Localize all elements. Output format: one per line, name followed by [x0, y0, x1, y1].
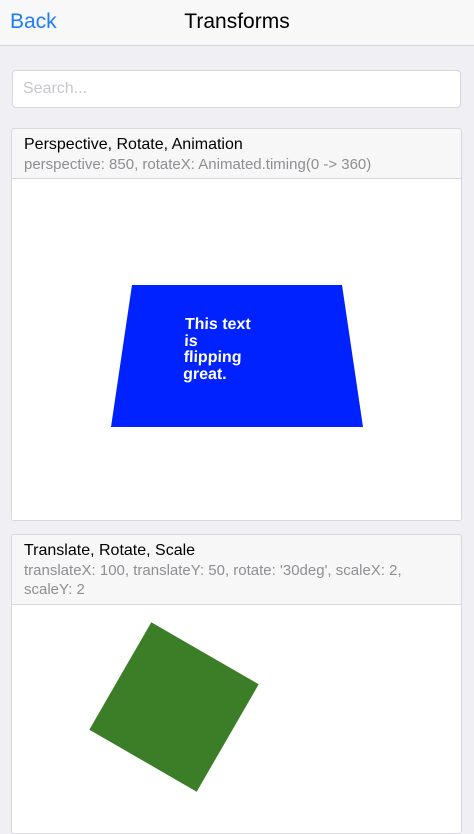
example-body: This text is flipping great. — [12, 179, 461, 520]
example-body — [12, 605, 461, 833]
page-title: Transforms — [184, 10, 290, 33]
example-description: perspective: 850, rotateX: Animated.timi… — [24, 156, 372, 173]
rotated-green-square — [89, 622, 259, 792]
example-header: Perspective, Rotate, Animation perspecti… — [12, 129, 461, 179]
search-box — [12, 70, 461, 108]
example-description: translateX: 100, translateY: 50, rotate:… — [24, 562, 402, 598]
flipping-text-line: is — [184, 332, 198, 350]
flipping-text: This text is flipping great. — [182, 316, 251, 383]
example-header: Translate, Rotate, Scale translateX: 100… — [12, 535, 461, 605]
search-input[interactable] — [13, 71, 460, 107]
flipping-text-line: flipping — [183, 349, 242, 366]
example-title: Translate, Rotate, Scale — [24, 542, 196, 559]
navigation-bar: Back Transforms — [0, 0, 474, 46]
example-card-perspective: Perspective, Rotate, Animation perspecti… — [11, 128, 462, 521]
example-card-translate: Translate, Rotate, Scale translateX: 100… — [11, 534, 462, 834]
example-title: Perspective, Rotate, Animation — [24, 136, 243, 153]
flipping-text-line: This text — [184, 316, 251, 333]
flipping-text-line: great. — [182, 365, 228, 383]
